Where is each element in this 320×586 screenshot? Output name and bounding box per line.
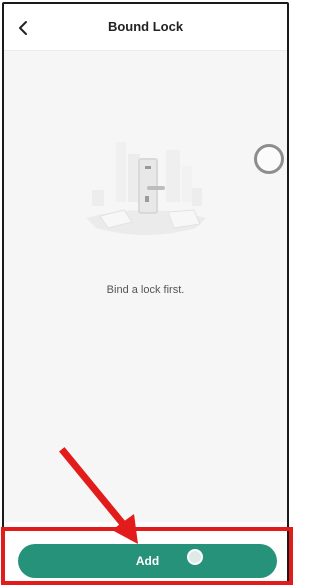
page-title: Bound Lock xyxy=(107,19,184,34)
touch-indicator-icon xyxy=(187,549,203,565)
add-button-label: Add xyxy=(135,554,160,568)
add-button[interactable]: Add xyxy=(18,544,277,578)
empty-state-message: Bind a lock first. xyxy=(106,284,185,296)
door-lock-illustration xyxy=(86,142,206,235)
top-bar: Bound Lock xyxy=(4,4,287,51)
circle-assistive-icon[interactable] xyxy=(254,144,284,174)
phone-frame: Bound Lock Bind a lock first. xyxy=(2,2,289,584)
